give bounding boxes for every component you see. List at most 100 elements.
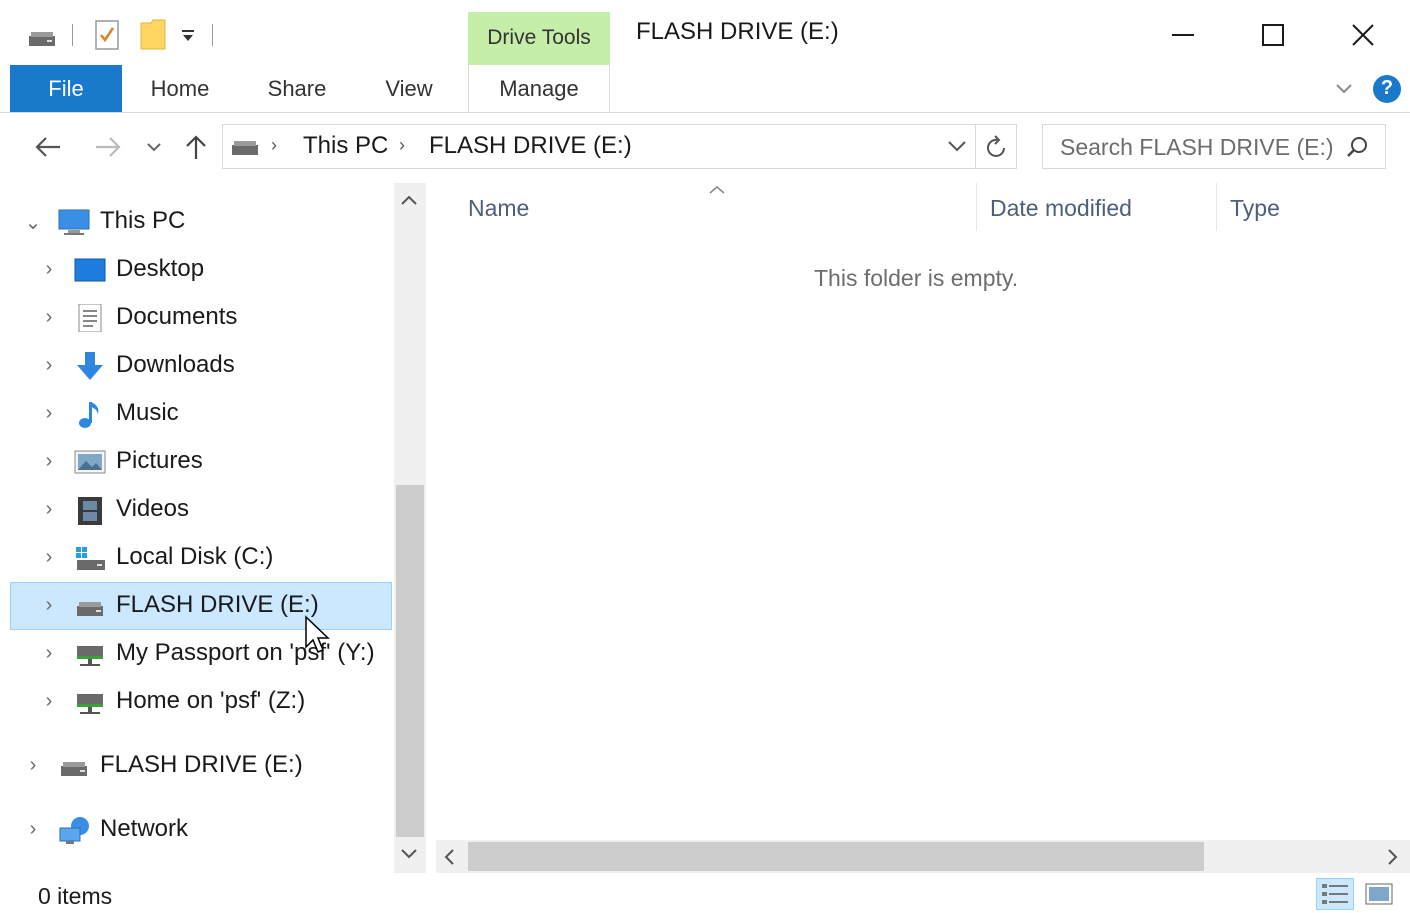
- desktop-icon: [74, 256, 106, 284]
- address-history-button[interactable]: [947, 139, 967, 158]
- documents-icon: [74, 303, 106, 333]
- tab-file[interactable]: File: [10, 65, 122, 112]
- tree-item-local-disk[interactable]: › Local Disk (C:): [10, 534, 392, 582]
- scroll-down-button[interactable]: [400, 847, 418, 866]
- tab-share[interactable]: Share: [248, 65, 346, 112]
- tab-manage[interactable]: Manage: [468, 65, 610, 112]
- column-header-name[interactable]: Name: [468, 195, 529, 222]
- new-folder-icon[interactable]: [138, 16, 168, 52]
- minimize-button[interactable]: [1138, 10, 1228, 60]
- column-divider[interactable]: [976, 183, 977, 231]
- help-glyph: ?: [1380, 77, 1394, 99]
- network-icon: [58, 816, 90, 844]
- divider: [975, 125, 976, 168]
- tree-item-desktop[interactable]: › Desktop: [10, 246, 392, 294]
- downloads-icon: [74, 352, 106, 380]
- address-bar[interactable]: › This PC › FLASH DRIVE (E:): [222, 124, 1017, 169]
- column-header-type[interactable]: Type: [1230, 195, 1280, 222]
- tree-item-label: Desktop: [116, 255, 205, 282]
- help-button[interactable]: ?: [1370, 65, 1404, 112]
- tree-item-downloads[interactable]: › Downloads: [10, 342, 392, 390]
- empty-folder-message: This folder is empty.: [814, 265, 1019, 291]
- tree-item-label: Downloads: [116, 351, 235, 378]
- drive-icon[interactable]: [26, 26, 58, 50]
- chevron-right-icon[interactable]: ›: [40, 258, 58, 281]
- network-drive-icon: [74, 688, 106, 716]
- chevron-right-icon[interactable]: ›: [40, 402, 58, 425]
- refresh-button[interactable]: [985, 134, 1009, 165]
- navigation-pane: ⌄ This PC › Desktop › Documents › Downlo…: [0, 183, 394, 873]
- scroll-thumb[interactable]: [396, 485, 424, 837]
- tree-item-flash-drive-root[interactable]: › FLASH DRIVE (E:): [10, 742, 392, 790]
- properties-icon[interactable]: [92, 18, 122, 52]
- tree-item-pictures[interactable]: › Pictures: [10, 438, 392, 486]
- network-drive-icon: [74, 640, 106, 668]
- videos-icon: [74, 496, 106, 525]
- chevron-right-icon[interactable]: ›: [40, 498, 58, 521]
- chevron-right-icon[interactable]: ›: [40, 354, 58, 377]
- tree-item-label: My Passport on 'psf' (Y:): [116, 639, 375, 666]
- arrow-right-icon: [96, 137, 121, 157]
- content-horizontal-scrollbar[interactable]: [436, 840, 1410, 873]
- tree-item-home-psf[interactable]: › Home on 'psf' (Z:): [10, 678, 392, 726]
- chevron-right-icon[interactable]: ›: [40, 546, 58, 569]
- breadcrumb-separator: ›: [399, 135, 405, 155]
- large-icons-view-button[interactable]: [1360, 878, 1398, 910]
- navpane-scrollbar[interactable]: [394, 183, 426, 873]
- breadcrumb-separator: ›: [271, 135, 277, 155]
- tree-item-my-passport[interactable]: › My Passport on 'psf' (Y:): [10, 630, 392, 678]
- scroll-up-button[interactable]: [400, 193, 418, 212]
- chevron-right-icon[interactable]: ›: [40, 690, 58, 713]
- chevron-right-icon[interactable]: ›: [40, 450, 58, 473]
- tree-item-videos[interactable]: › Videos: [10, 486, 392, 534]
- search-placeholder: Search FLASH DRIVE (E:): [1060, 134, 1334, 160]
- tree-item-label: Network: [100, 815, 189, 842]
- chevron-right-icon[interactable]: ›: [40, 642, 58, 665]
- column-header-date-modified[interactable]: Date modified: [990, 195, 1132, 222]
- expand-ribbon-button[interactable]: [1326, 65, 1362, 112]
- maximize-button[interactable]: [1228, 10, 1318, 60]
- chevron-right-icon[interactable]: ›: [24, 754, 42, 777]
- chevron-right-icon[interactable]: ›: [40, 594, 58, 617]
- chevron-down-icon: [401, 849, 417, 859]
- tab-view[interactable]: View: [364, 65, 454, 112]
- scroll-right-button[interactable]: [1386, 848, 1400, 871]
- search-input[interactable]: Search FLASH DRIVE (E:): [1042, 124, 1386, 169]
- tree-item-this-pc[interactable]: ⌄ This PC: [10, 198, 392, 246]
- tree-item-music[interactable]: › Music: [10, 390, 392, 438]
- separator: [72, 24, 73, 46]
- recent-locations-button[interactable]: [142, 130, 166, 164]
- minimize-icon: [1172, 34, 1194, 36]
- tree-item-network[interactable]: › Network: [10, 806, 392, 854]
- scroll-thumb[interactable]: [468, 842, 1204, 871]
- maximize-icon: [1262, 24, 1284, 46]
- drive-icon: [58, 752, 90, 780]
- tree-item-documents[interactable]: › Documents: [10, 294, 392, 342]
- tree-item-flash-drive[interactable]: › FLASH DRIVE (E:): [10, 582, 392, 630]
- chevron-down-icon: [948, 141, 966, 152]
- chevron-down-icon[interactable]: ⌄: [24, 210, 42, 235]
- tab-home[interactable]: Home: [130, 65, 230, 112]
- back-button[interactable]: [30, 130, 66, 164]
- title-bar: Drive Tools FLASH DRIVE (E:): [0, 0, 1410, 66]
- up-button[interactable]: [178, 130, 214, 164]
- pictures-icon: [74, 448, 106, 476]
- forward-button[interactable]: [90, 130, 126, 164]
- scroll-left-button[interactable]: [442, 848, 456, 871]
- chevron-right-icon: [1388, 849, 1398, 865]
- ribbon-tabs: File Home Share View Manage ?: [0, 65, 1410, 113]
- close-button[interactable]: [1318, 10, 1408, 60]
- customize-quick-access-icon[interactable]: [176, 26, 200, 46]
- chevron-left-icon: [444, 849, 454, 865]
- window-title: FLASH DRIVE (E:): [636, 18, 839, 45]
- column-divider[interactable]: [1216, 183, 1217, 231]
- chevron-right-icon[interactable]: ›: [40, 306, 58, 329]
- tree-item-label: Home on 'psf' (Z:): [116, 687, 306, 714]
- separator: [212, 24, 213, 46]
- breadcrumb-flash-drive[interactable]: FLASH DRIVE (E:): [429, 132, 632, 160]
- status-bar: 0 items: [0, 873, 1410, 913]
- details-view-button[interactable]: [1316, 878, 1354, 910]
- tree-item-label: This PC: [100, 207, 186, 234]
- breadcrumb-this-pc[interactable]: This PC: [303, 132, 388, 160]
- chevron-right-icon[interactable]: ›: [24, 818, 42, 841]
